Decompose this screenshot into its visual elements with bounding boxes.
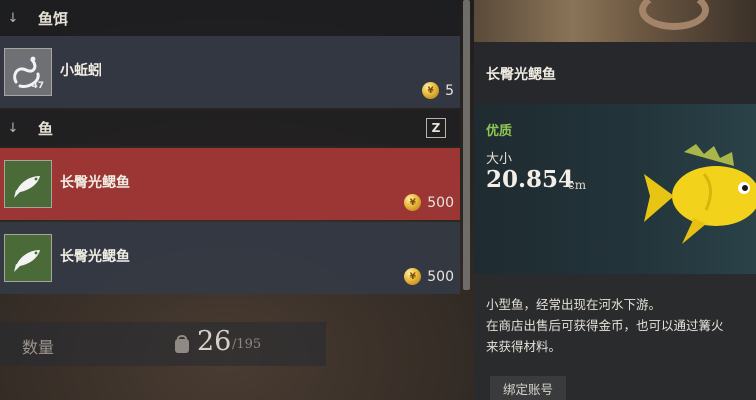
worm-icon: 47	[4, 48, 52, 96]
description-line: 在商店出售后可获得金币，也可以通过篝火	[486, 318, 724, 333]
quantity-current: 26	[197, 326, 232, 357]
price-value: 5	[445, 82, 454, 99]
quantity-label: 数量	[22, 338, 55, 357]
coin-icon: ¥	[422, 82, 440, 99]
price-value: 500	[427, 268, 454, 285]
decorative-art	[639, 0, 709, 30]
category-header-bait[interactable]: ↓ 鱼饵	[0, 0, 460, 36]
list-item-fish[interactable]: 长臀光鳃鱼 ¥ 500	[0, 222, 460, 294]
background-art	[474, 0, 756, 42]
category-title: 鱼饵	[38, 9, 69, 28]
detail-description: 小型鱼，经常出现在河水下游。 在商店出售后可获得金币，也可以通过篝火 来获得材料…	[486, 294, 756, 357]
bind-account-tag: 绑定账号	[490, 376, 566, 400]
coin-icon: ¥	[404, 268, 422, 285]
hotkey-z-button[interactable]: Z	[426, 118, 446, 138]
description-line: 小型鱼，经常出现在河水下游。	[486, 297, 662, 312]
detail-info: 优质 大小 20.854 cm	[474, 104, 756, 274]
item-price: ¥ 500	[404, 194, 454, 211]
quality-label: 优质	[486, 124, 513, 139]
price-value: 500	[427, 194, 454, 211]
size-label: 大小	[486, 152, 513, 167]
item-name: 长臀光鳃鱼	[60, 175, 130, 191]
coin-icon: ¥	[404, 194, 422, 211]
category-title: 鱼	[38, 119, 54, 138]
description-line: 来获得材料。	[486, 339, 562, 354]
fish-icon	[4, 160, 52, 208]
item-price: ¥ 5	[422, 82, 454, 99]
size-value: 20.854	[486, 166, 575, 193]
fish-icon	[4, 234, 52, 282]
size-unit: cm	[568, 178, 587, 192]
collapse-arrow-icon[interactable]: ↓	[2, 121, 24, 136]
quantity-max: /195	[232, 337, 262, 352]
item-price: ¥ 500	[404, 268, 454, 285]
collapse-arrow-icon[interactable]: ↓	[2, 11, 24, 26]
list-item-bait[interactable]: 47 小蚯蚓 ¥ 5	[0, 36, 460, 108]
detail-panel: 长臀光鳃鱼 优质 大小 20.854 cm 小型鱼，经常出现在河水下游。 在商店…	[474, 0, 756, 400]
list-scrollbar[interactable]	[463, 0, 470, 290]
inventory-list: ↓ 鱼饵 47 小蚯蚓 ¥ 5 ↓ 鱼 Z 长臀光鳃鱼 ¥ 500 长臀光鳃鱼 …	[0, 0, 462, 400]
item-name: 长臀光鳃鱼	[60, 249, 130, 265]
list-item-fish-selected[interactable]: 长臀光鳃鱼 ¥ 500	[0, 148, 460, 220]
fish-illustration	[644, 144, 756, 258]
detail-title-bar: 长臀光鳃鱼	[474, 42, 756, 104]
item-name: 小蚯蚓	[60, 63, 102, 79]
detail-title: 长臀光鳃鱼	[486, 67, 556, 83]
item-quantity: 47	[31, 81, 44, 91]
quantity-bar: 数量 26 /195	[0, 322, 326, 366]
bag-icon	[173, 334, 191, 358]
category-header-fish[interactable]: ↓ 鱼 Z	[0, 110, 460, 146]
